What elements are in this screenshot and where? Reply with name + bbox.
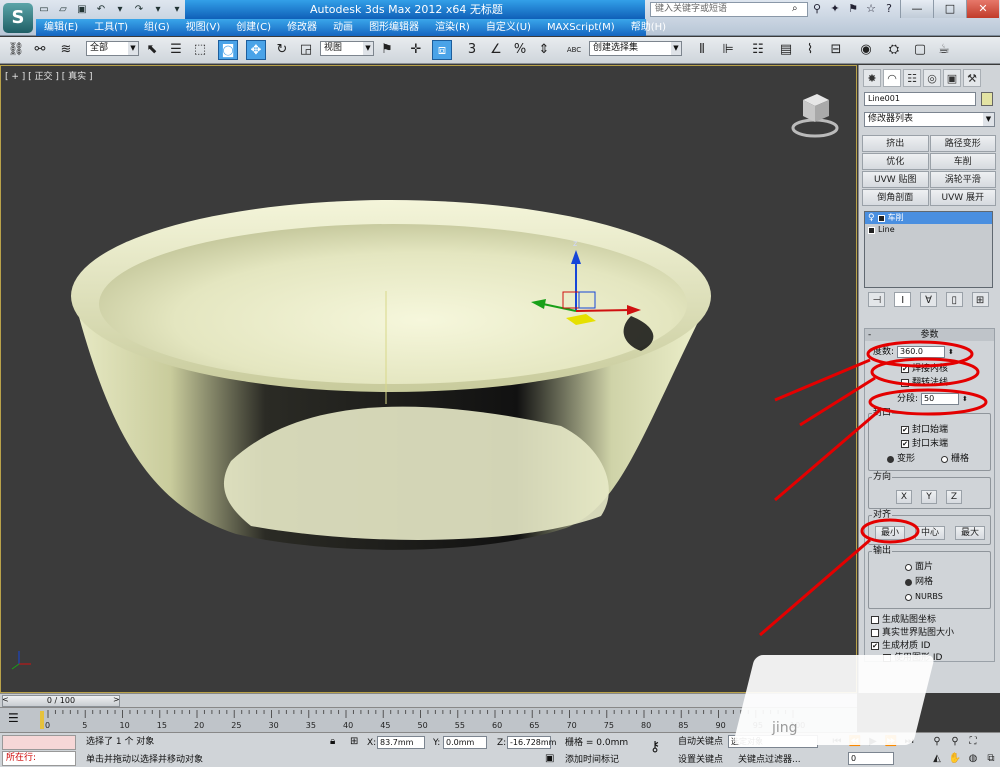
ruler-tick-label: 50: [418, 721, 428, 730]
ruler-tick-label: 60: [492, 721, 502, 730]
x-coord-field[interactable]: 83.7mm: [377, 736, 425, 749]
annotation-arrow-3: [774, 408, 881, 502]
grid-spacing: 栅格 = 0.0mm: [565, 738, 629, 748]
annotation-circle-min: [860, 518, 920, 544]
pan-icon[interactable]: ✋: [948, 752, 962, 766]
ruler-tick-label: 0: [45, 721, 50, 730]
set-key-button[interactable]: 设置关键点: [678, 754, 723, 766]
zoom-extents-icon[interactable]: ⛶: [966, 735, 980, 749]
time-slider[interactable]: 0 / 100 < >: [0, 693, 857, 707]
annotation-circle-segments: [868, 388, 988, 416]
annotation-arrow-4: [759, 538, 871, 637]
ruler-tick-label: 70: [567, 721, 577, 730]
maxscript-listener[interactable]: [2, 735, 76, 750]
prompt-line: 单击并拖动以选择并移动对象: [86, 755, 204, 765]
maximize-viewport-icon[interactable]: ⧉: [984, 752, 998, 766]
prev-frame-icon[interactable]: <: [2, 695, 9, 704]
watermark-text: jing: [772, 720, 798, 736]
key-icon[interactable]: ⚷: [650, 740, 660, 754]
maxscript-line[interactable]: 所在行:: [2, 751, 76, 766]
ruler-tick-label: 85: [678, 721, 688, 730]
zoom-all-icon[interactable]: ⚲: [948, 735, 962, 749]
fov-icon[interactable]: ◭: [930, 752, 944, 766]
ruler-tick-label: 40: [343, 721, 353, 730]
ruler-tick-label: 20: [194, 721, 204, 730]
ruler-tick-label: 35: [306, 721, 316, 730]
key-filters-button[interactable]: 关键点过滤器...: [738, 754, 801, 766]
watermark-overlay: [732, 655, 936, 745]
track-ruler: 0510152025303540455055606570758085909510…: [45, 710, 805, 730]
z-coord-field[interactable]: -16.728mm: [507, 736, 556, 749]
selection-status: 选择了 1 个 对象: [86, 737, 155, 747]
absolute-mode-icon[interactable]: ⊞: [350, 736, 358, 748]
ruler-tick-label: 15: [157, 721, 167, 730]
ruler-tick-label: 25: [231, 721, 241, 730]
ruler-tick-label: 30: [269, 721, 279, 730]
track-bar[interactable]: ☰ 05101520253035404550556065707580859095…: [0, 707, 857, 732]
time-tag-icon[interactable]: ▣: [545, 753, 554, 765]
time-slider-thumb[interactable]: 0 / 100: [2, 695, 120, 707]
ruler-tick-label: 75: [604, 721, 614, 730]
annotation-circle-weld: [870, 357, 980, 387]
mini-curve-editor-icon[interactable]: ☰: [8, 711, 19, 725]
lock-selection-icon[interactable]: 🔒︎: [330, 736, 335, 748]
annotation-arrow-1: [774, 358, 871, 402]
annotation-overlay: [759, 340, 988, 637]
app-window: S ▭ ▱ ▣ ↶ ▾ ↷ ▾ ▾ Autodesk 3ds Max 2012 …: [0, 0, 1000, 767]
ruler-tick-label: 90: [716, 721, 726, 730]
add-time-tag[interactable]: 添加时间标记: [565, 754, 619, 766]
ruler-tick-label: 10: [120, 721, 130, 730]
ruler-tick-label: 80: [641, 721, 651, 730]
ruler-tick-label: 55: [455, 721, 465, 730]
zoom-icon[interactable]: ⚲: [930, 735, 944, 749]
orbit-icon[interactable]: ◍: [966, 752, 980, 766]
current-frame-field[interactable]: 0: [848, 752, 894, 765]
ruler-tick-label: 45: [380, 721, 390, 730]
ruler-tick-label: 65: [529, 721, 539, 730]
y-coord-field[interactable]: 0.0mm: [443, 736, 487, 749]
next-frame-icon[interactable]: >: [113, 695, 120, 704]
auto-key-button[interactable]: 自动关键点: [678, 736, 723, 748]
ruler-tick-label: 5: [82, 721, 87, 730]
